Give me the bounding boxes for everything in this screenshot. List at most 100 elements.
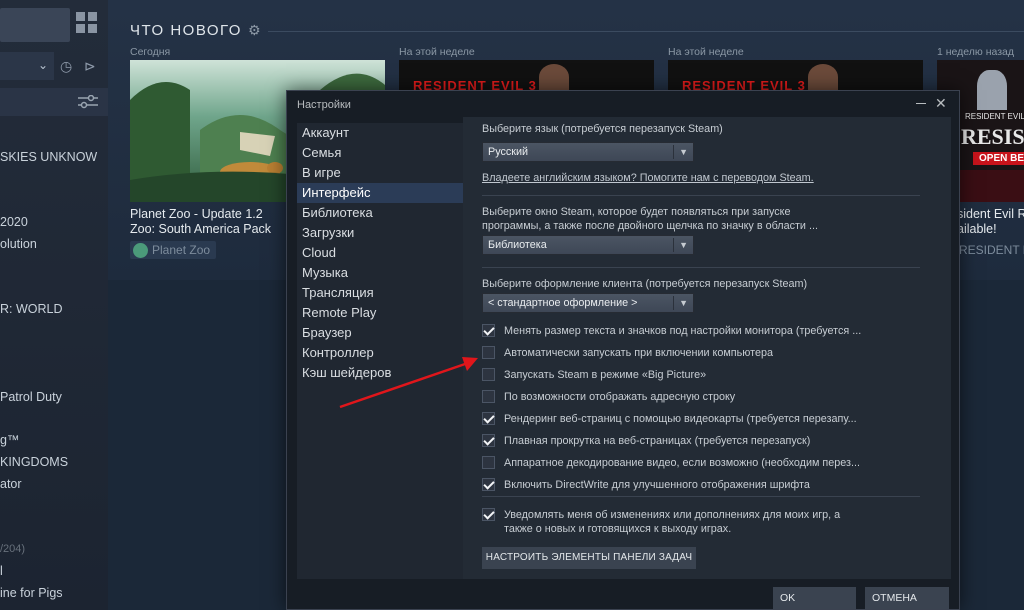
news-card-subtitle[interactable]: ailable! bbox=[957, 222, 997, 237]
library-game-item[interactable]: olution bbox=[0, 237, 37, 251]
news-card-resident-evil[interactable]: RESIDENT EVIL 3 bbox=[399, 60, 654, 90]
planet-zoo-logo-icon bbox=[133, 243, 148, 258]
close-icon[interactable]: ✕ bbox=[935, 95, 947, 112]
news-source-tag[interactable]: Planet Zoo bbox=[130, 241, 217, 259]
settings-nav-item[interactable]: Библиотека bbox=[297, 203, 465, 223]
settings-nav-item[interactable]: Загрузки bbox=[297, 223, 465, 243]
setting-checkbox[interactable] bbox=[482, 390, 495, 403]
library-game-item[interactable]: R: WORLD bbox=[0, 302, 63, 316]
startup-window-label-cont: программы, а также после двойного щелчка… bbox=[482, 220, 818, 232]
settings-nav-item[interactable]: Музыка bbox=[297, 263, 465, 283]
settings-nav-item[interactable]: Аккаунт bbox=[297, 123, 465, 143]
settings-nav-item[interactable]: В игре bbox=[297, 163, 465, 183]
library-game-item[interactable]: SKIES UNKNOW bbox=[0, 150, 97, 164]
collection-dropdown[interactable]: ⌄ bbox=[0, 52, 54, 80]
startup-window-dropdown[interactable]: Библиотека ▼ bbox=[482, 235, 694, 255]
library-game-item[interactable]: Patrol Duty bbox=[0, 390, 62, 404]
notify-updates-label: Уведомлять меня об изменениях или дополн… bbox=[504, 509, 841, 521]
library-game-item[interactable]: 2020 bbox=[0, 215, 28, 229]
setting-checkbox-row[interactable]: По возможности отображать адресную строк… bbox=[482, 389, 952, 405]
dropdown-separator bbox=[673, 238, 674, 252]
configure-taskbar-button[interactable]: НАСТРОИТЬ ЭЛЕМЕНТЫ ПАНЕЛИ ЗАДАЧ bbox=[482, 547, 696, 569]
language-label: Выберите язык (потребуется перезапуск St… bbox=[482, 123, 723, 135]
setting-checkbox-row[interactable]: Автоматически запускать при включении ко… bbox=[482, 345, 952, 361]
cancel-button[interactable]: ОТМЕНА bbox=[865, 587, 949, 609]
settings-nav-item[interactable]: Семья bbox=[297, 143, 465, 163]
play-circle-icon[interactable]: ⊳ bbox=[84, 58, 96, 75]
setting-checkbox[interactable] bbox=[482, 412, 495, 425]
divider bbox=[482, 496, 920, 497]
skin-value: < стандартное оформление > bbox=[488, 297, 638, 309]
chevron-down-icon: ⌄ bbox=[37, 58, 48, 72]
library-game-item[interactable]: ine for Pigs bbox=[0, 586, 63, 600]
skin-label: Выберите оформление клиента (потребуется… bbox=[482, 278, 808, 290]
setting-checkbox[interactable] bbox=[482, 368, 495, 381]
art-shade bbox=[957, 170, 1024, 202]
sidebar-home-button[interactable] bbox=[0, 8, 70, 42]
news-card-subtitle[interactable]: Zoo: South America Pack bbox=[130, 222, 271, 237]
whats-new-title: ЧТО НОВОГО bbox=[130, 22, 242, 39]
startup-window-value: Библиотека bbox=[488, 239, 547, 251]
library-game-item[interactable]: ator bbox=[0, 477, 22, 491]
chevron-down-icon: ▼ bbox=[679, 147, 688, 157]
setting-checkbox[interactable] bbox=[482, 346, 495, 359]
open-beta-label: OPEN BETA bbox=[973, 152, 1024, 165]
news-date: Сегодня bbox=[130, 46, 171, 58]
skin-dropdown[interactable]: < стандартное оформление > ▼ bbox=[482, 293, 694, 313]
minimize-button[interactable] bbox=[916, 103, 926, 104]
setting-checkbox[interactable] bbox=[482, 456, 495, 469]
setting-checkbox-row[interactable]: Запускать Steam в режиме «Big Picture» bbox=[482, 367, 952, 383]
settings-nav-item[interactable]: Remote Play bbox=[297, 303, 465, 323]
news-date: 1 неделю назад bbox=[937, 46, 1015, 58]
character-art bbox=[808, 64, 838, 90]
library-game-item[interactable]: KINGDOMS bbox=[0, 455, 68, 469]
gear-icon[interactable]: ⚙ bbox=[248, 22, 261, 39]
setting-checkbox-label: Плавная прокрутка на веб-страницах (треб… bbox=[504, 435, 811, 447]
re-resistance-caption: RESIDENT EVIL bbox=[965, 112, 1024, 121]
dialog-title: Настройки bbox=[297, 99, 351, 111]
news-source-tag[interactable]: RESIDENT E bbox=[959, 243, 1024, 257]
notify-updates-checkbox[interactable] bbox=[482, 508, 495, 521]
settings-nav-item[interactable]: Трансляция bbox=[297, 283, 465, 303]
setting-checkbox-label: По возможности отображать адресную строк… bbox=[504, 391, 736, 403]
settings-nav-item[interactable]: Cloud bbox=[297, 243, 465, 263]
library-game-item[interactable]: l bbox=[0, 564, 3, 578]
settings-dialog: Настройки ✕ Аккаунт Семья В игре Интерфейс Б… bbox=[286, 90, 960, 610]
settings-nav-item[interactable]: Кэш шейдеров bbox=[297, 363, 465, 383]
dropdown-separator bbox=[673, 296, 674, 310]
setting-checkbox-row[interactable]: Аппаратное декодирование видео, если воз… bbox=[482, 455, 952, 471]
news-card-title[interactable]: Planet Zoo - Update 1.2 bbox=[130, 207, 263, 222]
divider bbox=[482, 267, 920, 268]
setting-checkbox[interactable] bbox=[482, 324, 495, 337]
settings-nav-item[interactable]: Контроллер bbox=[297, 343, 465, 363]
setting-checkbox-row[interactable]: Рендеринг веб-страниц с помощью видеокар… bbox=[482, 411, 952, 427]
translation-help-link[interactable]: Владеете английским языком? Помогите нам… bbox=[482, 172, 814, 184]
divider bbox=[268, 31, 1024, 32]
language-dropdown[interactable]: Русский ▼ bbox=[482, 142, 694, 162]
chevron-down-icon: ▼ bbox=[679, 240, 688, 250]
library-game-item[interactable]: g™ bbox=[0, 433, 19, 447]
library-game-item[interactable]: /204) bbox=[0, 543, 25, 555]
filter-sliders-icon[interactable] bbox=[78, 95, 98, 109]
character-art bbox=[539, 64, 569, 90]
setting-checkbox-row[interactable]: Менять размер текста и значков под настр… bbox=[482, 323, 952, 339]
setting-checkbox-row[interactable]: Включить DirectWrite для улучшенного ото… bbox=[482, 477, 952, 493]
settings-nav: Аккаунт Семья В игре Интерфейс Библиотека Заг… bbox=[297, 123, 465, 579]
setting-checkbox-label: Аппаратное декодирование видео, если воз… bbox=[504, 457, 860, 469]
news-card-title[interactable]: sident Evil R bbox=[957, 207, 1024, 222]
setting-checkbox-label: Автоматически запускать при включении ко… bbox=[504, 347, 773, 359]
news-card-resident-evil[interactable]: RESIDENT EVIL 3 bbox=[668, 60, 923, 90]
settings-nav-item[interactable]: Браузер bbox=[297, 323, 465, 343]
setting-checkbox[interactable] bbox=[482, 478, 495, 491]
clock-icon[interactable]: ◷ bbox=[60, 58, 72, 75]
notify-updates-checkbox-row[interactable]: Уведомлять меня об изменениях или дополн… bbox=[482, 507, 952, 539]
settings-nav-item[interactable]: Интерфейс bbox=[297, 183, 465, 203]
interface-settings-panel: Выберите язык (потребуется перезапуск St… bbox=[463, 117, 951, 579]
setting-checkbox-row[interactable]: Плавная прокрутка на веб-страницах (треб… bbox=[482, 433, 952, 449]
setting-checkbox[interactable] bbox=[482, 434, 495, 447]
character-art bbox=[977, 70, 1007, 110]
grid-view-icon[interactable] bbox=[76, 12, 98, 34]
news-date: На этой неделе bbox=[399, 46, 475, 58]
search-filter-bar[interactable] bbox=[0, 88, 108, 116]
ok-button[interactable]: OK bbox=[773, 587, 856, 609]
